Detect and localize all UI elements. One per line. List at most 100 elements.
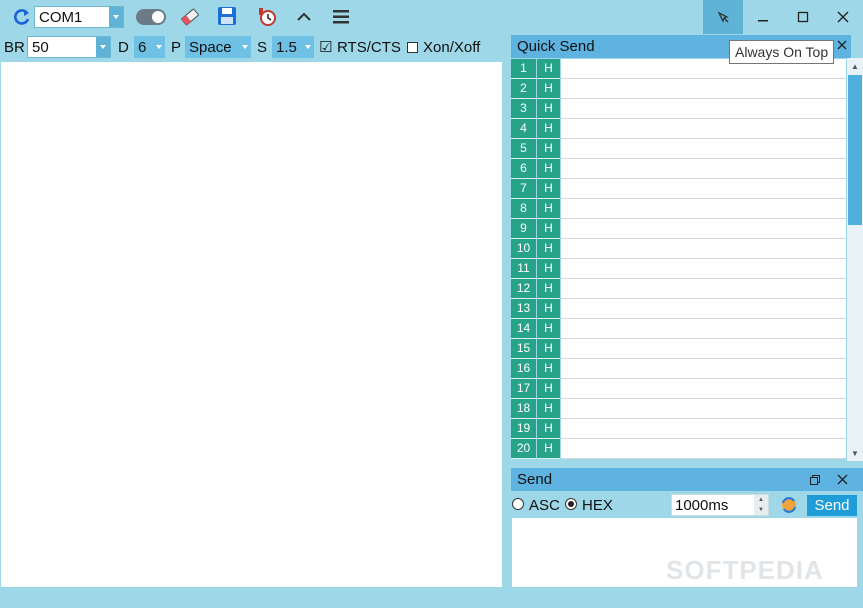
hex-toggle-button[interactable]: H [537, 199, 560, 219]
quick-send-input[interactable] [561, 299, 846, 319]
quick-send-row: 15 H [511, 339, 846, 359]
quick-send-input[interactable] [561, 339, 846, 359]
row-number[interactable]: 5 [511, 139, 536, 159]
row-number[interactable]: 15 [511, 339, 536, 359]
hex-toggle-button[interactable]: H [537, 419, 560, 439]
chevron-up-icon[interactable] [295, 9, 313, 25]
hex-toggle-button[interactable]: H [537, 99, 560, 119]
hex-toggle-button[interactable]: H [537, 239, 560, 259]
restore-icon[interactable] [810, 475, 820, 485]
row-number[interactable]: 14 [511, 319, 536, 339]
auto-send-icon[interactable] [779, 495, 799, 515]
quick-send-input[interactable] [561, 239, 846, 259]
stop-bits-select[interactable]: 1.5 [272, 36, 314, 58]
row-number[interactable]: 12 [511, 279, 536, 299]
minimize-button[interactable] [743, 0, 783, 34]
baud-rate-select[interactable]: 50 [27, 36, 111, 58]
p-label: P [171, 39, 182, 56]
row-number[interactable]: 10 [511, 239, 536, 259]
hex-toggle-button[interactable]: H [537, 279, 560, 299]
hex-toggle-button[interactable]: H [537, 59, 560, 79]
interval-value: 1000ms [675, 497, 729, 514]
save-icon[interactable] [217, 6, 237, 26]
hex-radio[interactable] [565, 498, 577, 510]
row-number[interactable]: 2 [511, 79, 536, 99]
hex-toggle-button[interactable]: H [537, 379, 560, 399]
hex-toggle-button[interactable]: H [537, 339, 560, 359]
row-number[interactable]: 11 [511, 259, 536, 279]
quick-send-input[interactable] [561, 79, 846, 99]
hex-toggle-button[interactable]: H [537, 139, 560, 159]
interval-stepper[interactable]: 1000ms ▲ ▼ [671, 494, 769, 516]
asc-radio[interactable] [512, 498, 524, 510]
quick-send-input[interactable] [561, 399, 846, 419]
quick-send-input[interactable] [561, 359, 846, 379]
eraser-icon[interactable] [179, 6, 201, 28]
row-number[interactable]: 19 [511, 419, 536, 439]
quick-send-input[interactable] [561, 439, 846, 459]
row-number[interactable]: 9 [511, 219, 536, 239]
quick-send-input[interactable] [561, 139, 846, 159]
row-number[interactable]: 18 [511, 399, 536, 419]
send-close-icon[interactable] [837, 474, 848, 485]
data-bits-select[interactable]: 6 [134, 36, 165, 58]
parity-select[interactable]: Space [185, 36, 251, 58]
hex-toggle-button[interactable]: H [537, 359, 560, 379]
hex-toggle-button[interactable]: H [537, 439, 560, 459]
send-button[interactable]: Send [807, 495, 857, 516]
quick-send-input[interactable] [561, 279, 846, 299]
quick-send-input[interactable] [561, 199, 846, 219]
quick-send-input[interactable] [561, 379, 846, 399]
quick-send-row: 19 H [511, 419, 846, 439]
scroll-down-icon[interactable]: ▼ [847, 445, 863, 461]
quick-send-input[interactable] [561, 119, 846, 139]
pin-button[interactable] [703, 0, 743, 34]
row-number[interactable]: 6 [511, 159, 536, 179]
chevron-down-icon [96, 37, 110, 57]
row-number[interactable]: 16 [511, 359, 536, 379]
quick-send-input[interactable] [561, 419, 846, 439]
row-number[interactable]: 17 [511, 379, 536, 399]
refresh-icon[interactable] [12, 7, 32, 27]
quick-send-input[interactable] [561, 219, 846, 239]
row-number[interactable]: 13 [511, 299, 536, 319]
quick-send-row: 7H [511, 179, 846, 199]
receive-area[interactable] [1, 62, 502, 587]
quick-send-input[interactable] [561, 259, 846, 279]
close-button[interactable] [823, 0, 863, 34]
quick-send-close-icon[interactable] [836, 38, 848, 50]
maximize-button[interactable] [783, 0, 823, 34]
hex-toggle-button[interactable]: H [537, 399, 560, 419]
quick-send-input[interactable] [561, 179, 846, 199]
hex-toggle-button[interactable]: H [537, 179, 560, 199]
hex-toggle-button[interactable]: H [537, 219, 560, 239]
scroll-thumb[interactable] [848, 75, 862, 225]
quick-send-scrollbar[interactable]: ▲ ▼ [847, 58, 863, 461]
quick-send-row: 10 H [511, 239, 846, 259]
hex-toggle-button[interactable]: H [537, 319, 560, 339]
tooltip-text: Always On Top [735, 44, 829, 60]
menu-icon[interactable] [332, 9, 350, 25]
port-select[interactable]: COM1 [34, 6, 124, 28]
row-number[interactable]: 4 [511, 119, 536, 139]
rts-checkbox[interactable]: ☑ [319, 38, 332, 56]
row-number[interactable]: 3 [511, 99, 536, 119]
quick-send-input[interactable] [561, 99, 846, 119]
hex-toggle-button[interactable]: H [537, 259, 560, 279]
stepper-arrows[interactable]: ▲ ▼ [754, 495, 768, 515]
scroll-up-icon[interactable]: ▲ [847, 58, 863, 74]
quick-send-input[interactable] [561, 319, 846, 339]
hex-toggle-button[interactable]: H [537, 159, 560, 179]
quick-send-input[interactable] [561, 159, 846, 179]
hex-label: HEX [582, 497, 613, 514]
row-number[interactable]: 1 [511, 59, 536, 79]
row-number[interactable]: 8 [511, 199, 536, 219]
hex-toggle-button[interactable]: H [537, 299, 560, 319]
hex-toggle-button[interactable]: H [537, 119, 560, 139]
hex-toggle-button[interactable]: H [537, 79, 560, 99]
toggle-icon[interactable] [136, 9, 166, 25]
timer-icon[interactable] [256, 6, 278, 28]
xon-checkbox[interactable] [407, 42, 418, 53]
row-number[interactable]: 20 [511, 439, 536, 459]
row-number[interactable]: 7 [511, 179, 536, 199]
